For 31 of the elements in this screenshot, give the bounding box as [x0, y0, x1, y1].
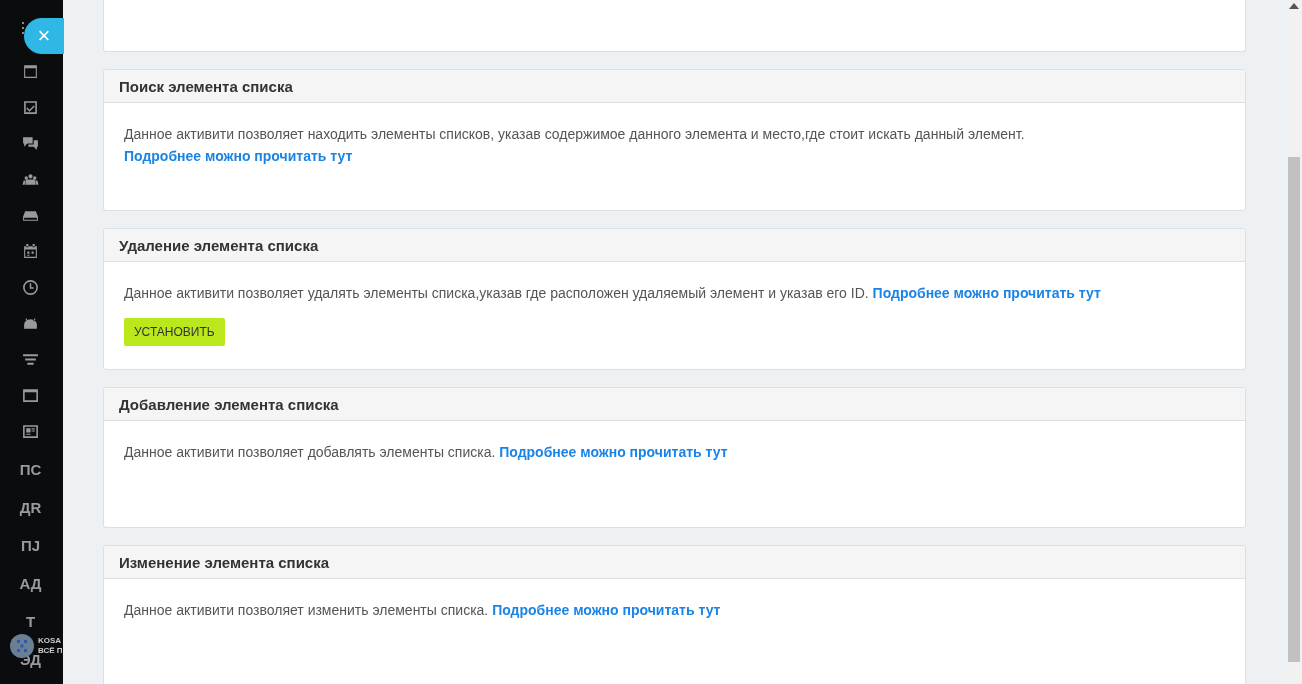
nav-item[interactable]: Т: [25, 613, 36, 630]
clock-icon[interactable]: [22, 279, 39, 296]
logo-text: KOSA: [38, 636, 63, 646]
description: Данное активити позволяет удалять элементы списка,указав где расположен удаляемый элемент и указав его ID. Подробнее можно прочитать тут: [124, 284, 1102, 303]
calendar-icon[interactable]: [22, 243, 39, 260]
users-icon[interactable]: [22, 171, 39, 188]
checkbox-icon[interactable]: [22, 99, 39, 116]
nav-item[interactable]: ДR: [19, 499, 42, 516]
scroll-thumb[interactable]: [1288, 157, 1300, 662]
more-link[interactable]: Подробнее можно прочитать тут: [872, 285, 1101, 301]
nav-item[interactable]: ПJ: [20, 537, 41, 554]
more-link[interactable]: Подробнее можно прочитать тут: [124, 148, 353, 164]
install-button[interactable]: УСТАНОВИТЬ: [124, 318, 225, 346]
card-title: Удаление элемента списка: [119, 236, 319, 254]
filter-icon[interactable]: [22, 351, 39, 368]
description: Данное активити позволяет добавлять элементы списка. Подробнее можно прочитать тут: [124, 443, 729, 462]
window-icon[interactable]: [22, 63, 39, 80]
logo-tagline: ВСЁ П: [38, 646, 63, 655]
chat-icon[interactable]: [22, 135, 39, 152]
nav-item[interactable]: АД: [19, 575, 42, 592]
more-link[interactable]: Подробнее можно прочитать тут: [499, 444, 728, 460]
card-title: Поиск элемента списка: [119, 77, 293, 95]
description: Данное активити позволяет находить элементы списков, указав содержимое данного элемента и место,где стоит искать данный элемент. Подробнее можно прочитать тут: [124, 125, 1026, 166]
id-card-icon[interactable]: [22, 423, 39, 440]
description: Данное активити позволяет изменить элементы списка. Подробнее можно прочитать тут: [124, 601, 722, 620]
nav-item[interactable]: ПС: [19, 461, 42, 478]
browser-icon[interactable]: [22, 387, 39, 404]
card-title: Добавление элемента списка: [119, 395, 339, 413]
scroll-up-icon[interactable]: [1289, 3, 1299, 9]
more-link[interactable]: Подробнее можно прочитать тут: [492, 602, 721, 618]
card-title: Изменение элемента списка: [119, 553, 330, 571]
